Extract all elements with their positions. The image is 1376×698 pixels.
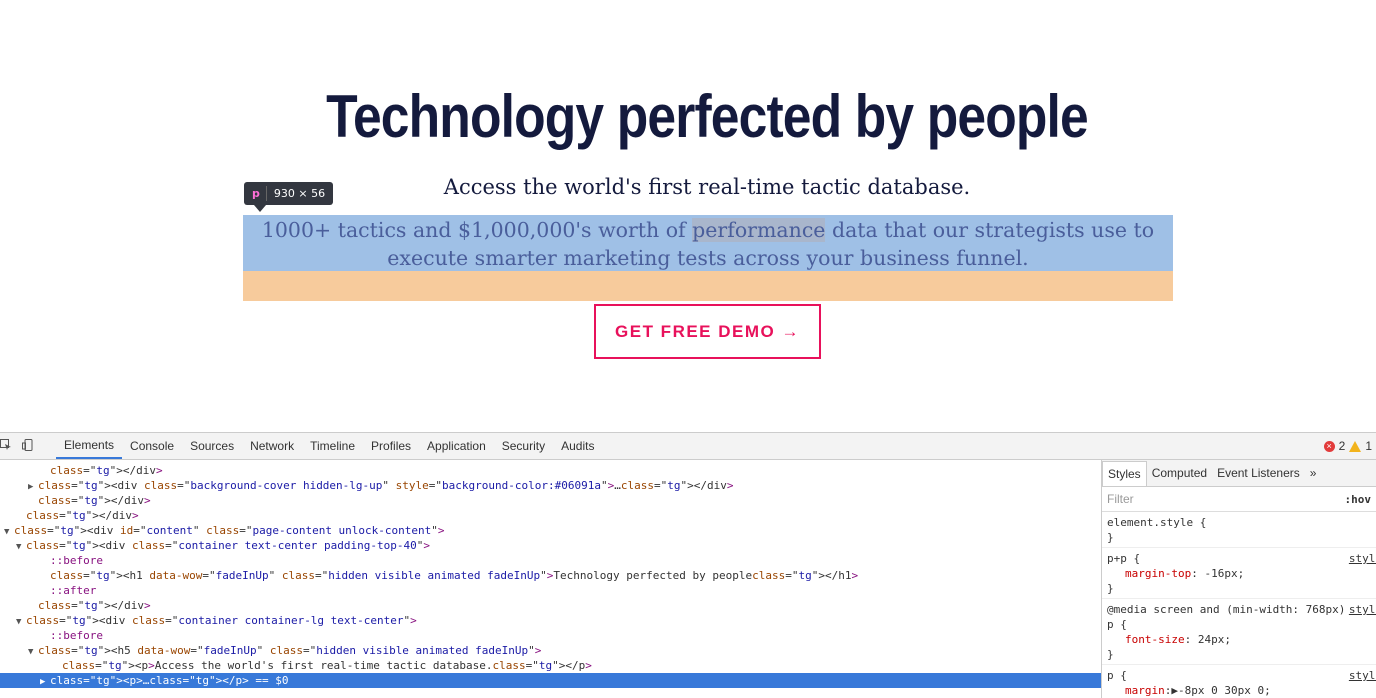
tab-sources[interactable]: Sources bbox=[182, 433, 242, 459]
expand-right-icon[interactable]: ▶ bbox=[40, 675, 50, 690]
dom-line-text: class="tg"><p>Access the world's first r… bbox=[62, 659, 592, 672]
description-paragraph: 1000+ tactics and $1,000,000's worth of … bbox=[243, 216, 1173, 272]
dom-line-text: class="tg"></div> bbox=[26, 509, 139, 522]
rule-selector: element.style { bbox=[1107, 516, 1207, 529]
page-subtitle: Access the world's first real-time tacti… bbox=[443, 175, 971, 199]
property-name: font-size bbox=[1125, 633, 1185, 646]
rule-source-link[interactable]: style bbox=[1349, 668, 1376, 683]
styles-sidebar: Styles Computed Event Listeners » Filter… bbox=[1102, 460, 1376, 698]
rule-selector: p+p { bbox=[1107, 552, 1141, 565]
rule-selector: @media screen and (min-width: 768px) bbox=[1107, 603, 1346, 616]
web-page: Technology perfected by people Access th… bbox=[0, 0, 1376, 432]
warning-count: 1 bbox=[1365, 439, 1372, 453]
dom-line[interactable]: ▼ class="tg"><h5 data-wow="fadeInUp" clas… bbox=[0, 643, 1101, 658]
tooltip-arrow bbox=[254, 205, 266, 212]
style-rule[interactable]: p {margin:▶-8px 0 30px 0;style bbox=[1102, 665, 1376, 698]
inspect-element-icon[interactable] bbox=[0, 439, 12, 451]
dom-line-text: class="tg"></div> bbox=[38, 494, 151, 507]
dom-line-text: class="tg"><div class="container text-ce… bbox=[26, 539, 431, 552]
dom-line[interactable]: ▼ class="tg"><div class="container contai… bbox=[0, 613, 1101, 628]
property-value: : 24px; bbox=[1184, 633, 1231, 646]
tab-network[interactable]: Network bbox=[242, 433, 302, 459]
property-name: margin bbox=[1125, 684, 1165, 697]
dom-line-text: ::before bbox=[50, 554, 103, 567]
rule-property[interactable]: font-size: 24px; bbox=[1107, 632, 1371, 647]
style-rules: element.style {} p+p {margin-top: -16px;}… bbox=[1102, 512, 1376, 698]
inspector-tooltip: p 930 × 56 bbox=[244, 182, 334, 205]
more-tabs-icon[interactable]: » bbox=[1305, 460, 1322, 486]
dom-line[interactable]: class="tg"></div> bbox=[0, 493, 1101, 508]
dom-line-text: class="tg"></div> bbox=[50, 464, 163, 477]
style-rule[interactable]: p+p {margin-top: -16px;}style bbox=[1102, 548, 1376, 599]
paragraph-text-start: 1000+ tactics and $1,000,000's worth of bbox=[261, 218, 693, 242]
dom-line-text: ::before bbox=[50, 629, 103, 642]
dom-line-text: class="tg"><div class="container contain… bbox=[26, 614, 417, 627]
dom-tree[interactable]: class="tg"></div> ▶ class="tg"><div class=… bbox=[0, 460, 1101, 698]
style-rule[interactable]: @media screen and (min-width: 768px) p {f… bbox=[1102, 599, 1376, 665]
devtools-panel: Elements Console Sources Network Timelin… bbox=[0, 432, 1376, 698]
dom-line[interactable]: ▼ class="tg"><div id="content" class="pag… bbox=[0, 523, 1101, 538]
rule-close: } bbox=[1107, 531, 1114, 544]
rule-source-link[interactable]: style bbox=[1349, 551, 1376, 566]
tooltip-size: 930 × 56 bbox=[273, 187, 326, 200]
rule-property[interactable]: margin-top: -16px; bbox=[1107, 566, 1371, 581]
devtools-toolbar: Elements Console Sources Network Timelin… bbox=[0, 433, 1376, 460]
rule-close: } bbox=[1107, 648, 1114, 661]
dom-line[interactable]: ::after bbox=[0, 583, 1101, 598]
dom-line-text: class="tg"></div> bbox=[38, 599, 151, 612]
dom-line[interactable]: ▶ class="tg"><div class="background-cover… bbox=[0, 478, 1101, 493]
style-rule[interactable]: element.style {} bbox=[1102, 512, 1376, 548]
dom-line[interactable]: class="tg"></div> bbox=[0, 508, 1101, 523]
dom-line[interactable]: ::before bbox=[0, 628, 1101, 643]
tooltip-separator bbox=[265, 186, 267, 201]
dom-line-text: ::after bbox=[50, 584, 97, 597]
dom-line[interactable]: ▼ class="tg"><div class="container text-c… bbox=[0, 538, 1101, 553]
styles-filter[interactable]: Filter :hov bbox=[1102, 487, 1376, 512]
tab-profiles[interactable]: Profiles bbox=[363, 433, 419, 459]
rule-property[interactable]: margin:▶-8px 0 30px 0; bbox=[1107, 683, 1371, 698]
rule-selector: p { bbox=[1107, 618, 1127, 631]
rule-source-link[interactable]: style bbox=[1349, 602, 1376, 617]
device-toolbar-icon[interactable] bbox=[22, 439, 34, 451]
dom-line[interactable]: class="tg"></div> bbox=[0, 598, 1101, 613]
tab-audits[interactable]: Audits bbox=[553, 433, 602, 459]
tab-security[interactable]: Security bbox=[494, 433, 553, 459]
tab-computed[interactable]: Computed bbox=[1147, 460, 1212, 486]
paragraph-highlight: performance bbox=[692, 218, 826, 242]
property-value: :▶-8px 0 30px 0; bbox=[1164, 684, 1271, 697]
error-icon: × bbox=[1323, 440, 1335, 452]
dom-line[interactable]: class="tg"></div> bbox=[0, 463, 1101, 478]
filter-input[interactable]: Filter bbox=[1107, 492, 1134, 506]
dom-line[interactable]: class="tg"><h1 data-wow="fadeInUp" class… bbox=[0, 568, 1101, 583]
get-free-demo-button[interactable]: GET FREE DEMO → bbox=[594, 304, 821, 359]
rule-selector: p { bbox=[1107, 669, 1127, 682]
dom-line-text: class="tg"><h5 data-wow="fadeInUp" class… bbox=[38, 644, 542, 657]
tab-event-listeners[interactable]: Event Listeners bbox=[1212, 460, 1305, 486]
dom-line[interactable]: class="tg"><p>Access the world's first r… bbox=[0, 658, 1101, 673]
dom-line-text: class="tg"><h1 data-wow="fadeInUp" class… bbox=[50, 569, 859, 582]
rule-close: } bbox=[1107, 582, 1114, 595]
dom-line-text: class="tg"><p>…class="tg"></p> == $0 bbox=[50, 674, 289, 687]
tab-styles[interactable]: Styles bbox=[1102, 460, 1147, 486]
error-count: 2 bbox=[1338, 439, 1346, 453]
inspect-margin-overlay bbox=[243, 271, 1173, 301]
page-title: Technology perfected by people bbox=[326, 83, 1089, 150]
dom-line[interactable]: ::before bbox=[0, 553, 1101, 568]
tab-elements[interactable]: Elements bbox=[56, 433, 123, 459]
warning-icon bbox=[1349, 440, 1362, 452]
dom-line-text: class="tg"><div id="content" class="page… bbox=[14, 524, 445, 537]
console-status[interactable]: × 2 1 bbox=[1323, 439, 1372, 453]
property-value: : -16px; bbox=[1191, 567, 1245, 580]
dom-line-selected[interactable]: ▶ class="tg"><p>…class="tg"></p> == $0 bbox=[0, 673, 1101, 688]
tooltip-tag: p bbox=[252, 187, 260, 200]
hover-state-toggle[interactable]: :hov bbox=[1345, 493, 1372, 506]
tab-console[interactable]: Console bbox=[122, 433, 182, 459]
property-name: margin-top bbox=[1125, 567, 1192, 580]
tab-application[interactable]: Application bbox=[419, 433, 494, 459]
tab-timeline[interactable]: Timeline bbox=[302, 433, 363, 459]
dom-line-text: class="tg"><div class="background-cover … bbox=[38, 479, 734, 492]
